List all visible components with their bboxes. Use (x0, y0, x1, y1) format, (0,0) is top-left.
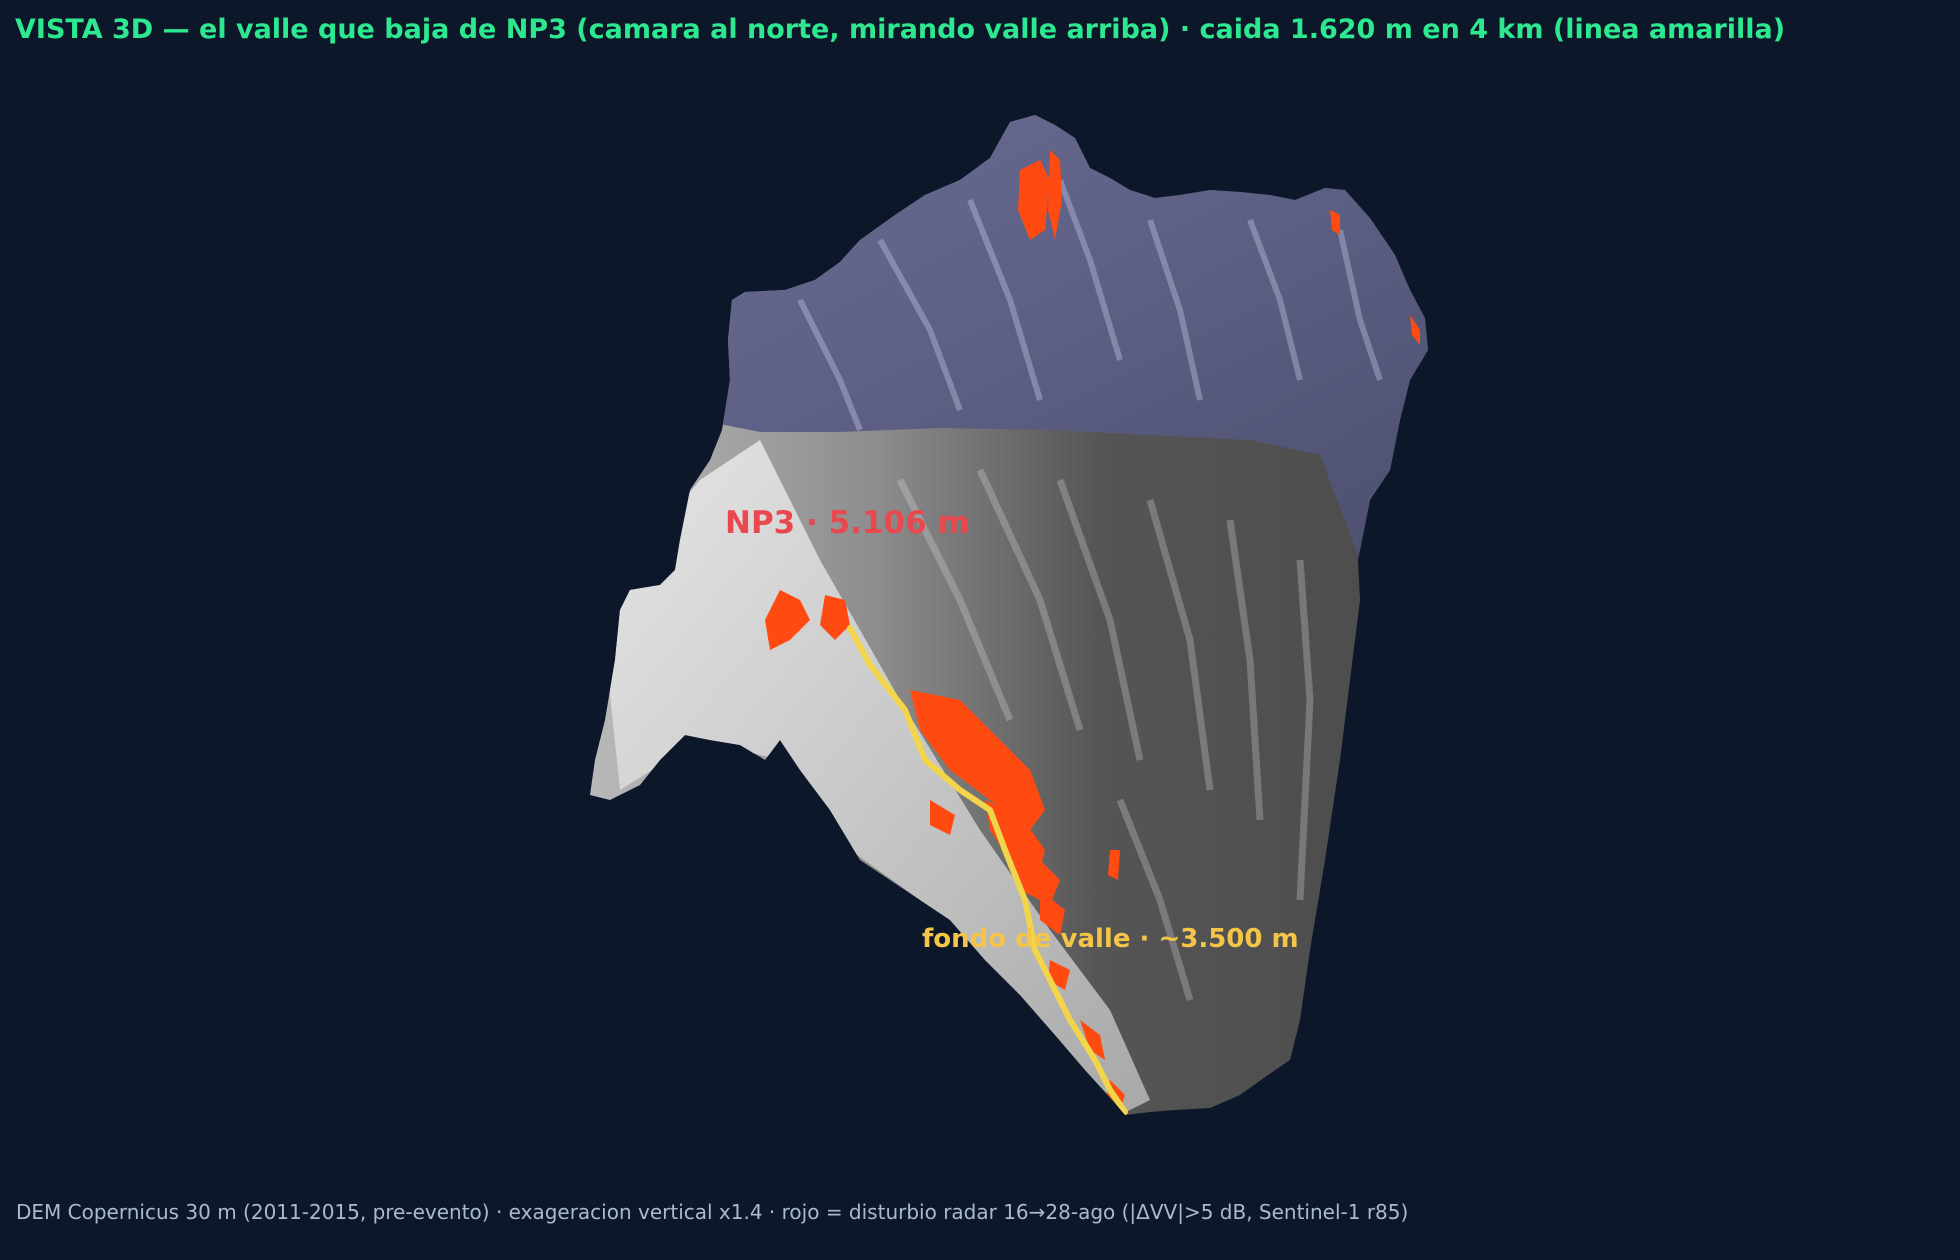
figure-caption: DEM Copernicus 30 m (2011-2015, pre-even… (16, 1200, 1409, 1224)
terrain-3d-view: NP3 · 5.106 m fondo de valle · ~3.500 m (590, 115, 1428, 1115)
valley-floor-label: fondo de valle · ~3.500 m (922, 924, 1299, 954)
map-figure: VISTA 3D — el valle que baja de NP3 (cam… (0, 0, 1960, 1260)
summit-label: NP3 · 5.106 m (725, 505, 970, 541)
terrain-surface (590, 115, 1428, 1115)
